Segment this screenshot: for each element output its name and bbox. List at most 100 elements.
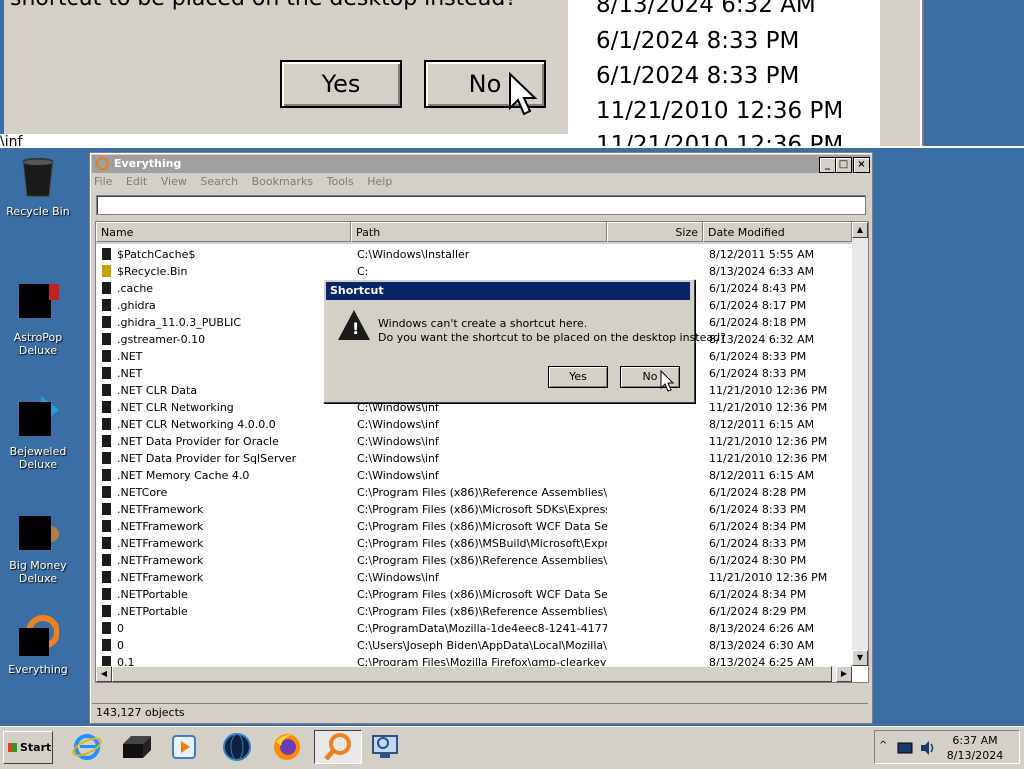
table-row[interactable]: $PatchCache$ C:\Windows\Installer 8/12/201… — [96, 247, 852, 264]
tray-expand-icon[interactable]: ^ — [879, 740, 887, 751]
desktop-icon-recycle-bin[interactable]: Recycle Bin — [0, 156, 76, 218]
cell-date: 6/1/2024 8:28 PM — [709, 486, 807, 499]
folder-icon — [102, 350, 111, 362]
column-header-name[interactable]: Name — [96, 222, 351, 242]
everything-window: Everything _ □ × File Edit View Search B… — [89, 152, 873, 724]
table-row[interactable]: .NETFramework C:\Program Files (x86)\Micr… — [96, 502, 852, 519]
cell-date: 8/12/2011 6:15 AM — [709, 469, 815, 482]
table-row[interactable]: .NETFramework C:\Program Files (x86)\Refe… — [96, 553, 852, 570]
table-row[interactable]: .NETCore C:\Program Files (x86)\Reference… — [96, 485, 852, 502]
column-header-date[interactable]: Date Modified — [703, 222, 852, 242]
folder-icon — [102, 452, 111, 464]
start-button[interactable]: Start — [3, 731, 53, 764]
desktop-icon-label: Big Money Deluxe — [9, 559, 67, 585]
mouse-cursor-icon — [660, 370, 675, 392]
table-row[interactable]: .NET CLR Networking 4.0.0.0 C:\Windows\in… — [96, 417, 852, 434]
scroll-up-icon[interactable]: ▲ — [852, 222, 868, 238]
clock-time[interactable]: 6:37 AM — [939, 734, 1011, 747]
close-button[interactable]: × — [853, 157, 870, 173]
cell-date: 8/13/2024 6:32 AM — [709, 333, 815, 346]
table-row[interactable]: .NETPortable C:\Program Files (x86)\Micro… — [96, 587, 852, 604]
bejeweled-icon — [19, 396, 59, 436]
folder-icon — [102, 537, 111, 549]
zoomed-date: 11/21/2010 12:36 PM — [596, 98, 844, 124]
cell-path: C:\Windows\inf — [357, 571, 439, 584]
cell-date: 6/1/2024 8:43 PM — [709, 282, 807, 295]
taskbar-drive[interactable] — [120, 730, 154, 764]
scroll-right-icon[interactable]: ▶ — [836, 666, 852, 682]
table-row[interactable]: .NETFramework C:\Windows\inf 11/21/2010 12… — [96, 570, 852, 587]
window-title: Everything — [114, 157, 182, 170]
everything-app-icon — [96, 157, 109, 170]
window-titlebar[interactable]: Everything _ □ × — [92, 155, 870, 173]
zoomed-date: 6/1/2024 8:33 PM — [596, 63, 800, 89]
table-row[interactable]: .NETPortable C:\Program Files (x86)\Refer… — [96, 604, 852, 621]
horizontal-scroll-thumb[interactable] — [112, 666, 832, 682]
yes-button[interactable]: Yes — [548, 366, 608, 388]
network-icon[interactable] — [897, 741, 913, 755]
cell-name: .NETFramework — [117, 571, 204, 584]
cell-name: .NET Data Provider for SqlServer — [117, 452, 297, 465]
desktop-icon-big-money[interactable]: Big Money Deluxe — [0, 510, 76, 585]
search-input[interactable] — [96, 195, 866, 215]
folder-icon — [102, 639, 111, 651]
menu-search[interactable]: Search — [200, 175, 238, 188]
vertical-scrollbar[interactable]: ▲ ▼ — [852, 222, 868, 666]
table-row[interactable]: .NET Memory Cache 4.0 C:\Windows\inf 8/12/… — [96, 468, 852, 485]
cell-path: C:\Program Files (x86)\Reference Assembl… — [357, 605, 607, 618]
table-row[interactable]: .NETFramework C:\Program Files (x86)\MSBu… — [96, 536, 852, 553]
table-row[interactable]: 0 C:\Users\Joseph Biden\AppData\Local\Moz… — [96, 638, 852, 655]
menu-edit[interactable]: Edit — [126, 175, 147, 188]
table-row[interactable]: .NETFramework C:\Program Files (x86)\Micr… — [96, 519, 852, 536]
menu-view[interactable]: View — [161, 175, 187, 188]
taskbar-firefox[interactable] — [270, 730, 304, 764]
folder-icon — [102, 486, 111, 498]
maximize-button[interactable]: □ — [835, 157, 852, 173]
column-header-path[interactable]: Path — [351, 222, 607, 242]
cell-name: 0 — [117, 639, 124, 652]
status-bar: 143,127 objects — [92, 703, 868, 722]
zoomed-cursor-icon — [509, 72, 538, 116]
folder-icon — [102, 316, 111, 328]
cell-name: .NETCore — [117, 486, 168, 499]
cell-name: .NETFramework — [117, 503, 204, 516]
cell-date: 6/1/2024 8:34 PM — [709, 520, 807, 533]
dialog-title[interactable]: Shortcut — [326, 282, 690, 300]
menu-file[interactable]: File — [94, 175, 112, 188]
everything-search-icon — [19, 615, 60, 658]
table-row[interactable]: .NET Data Provider for Oracle C:\Windows\… — [96, 434, 852, 451]
cell-path: C:\Program Files (x86)\Microsoft WCF Dat… — [357, 520, 607, 533]
taskbar-media-player[interactable] — [168, 730, 202, 764]
taskbar-everything[interactable] — [314, 730, 362, 764]
cell-date: 8/13/2024 6:30 AM — [709, 639, 815, 652]
clock-date[interactable]: 8/13/2024 — [939, 749, 1011, 762]
scroll-down-icon[interactable]: ▼ — [852, 650, 868, 666]
volume-icon[interactable] — [919, 740, 935, 756]
desktop-icon-label: Recycle Bin — [6, 205, 70, 218]
desktop-icon-everything[interactable]: Everything — [0, 614, 76, 676]
folder-icon — [102, 367, 111, 379]
cell-name: .NETPortable — [117, 588, 188, 601]
folder-icon — [102, 605, 111, 617]
folder-icon — [102, 282, 111, 294]
menu-tools[interactable]: Tools — [327, 175, 354, 188]
table-row[interactable]: .NET Data Provider for SqlServer C:\Windo… — [96, 451, 852, 468]
desktop-icon-bejeweled[interactable]: Bejeweled Deluxe — [0, 396, 76, 471]
desktop-icon-astropop[interactable]: AstroPop Deluxe — [0, 282, 76, 357]
folder-icon — [102, 571, 111, 583]
dialog-message-line2: Do you want the shortcut to be placed on… — [378, 331, 726, 344]
warning-mark: ! — [352, 319, 360, 338]
taskbar-monitor-app[interactable] — [368, 730, 402, 764]
minimize-button[interactable]: _ — [819, 157, 836, 173]
cell-date: 11/21/2010 12:36 PM — [709, 384, 828, 397]
menu-help[interactable]: Help — [367, 175, 392, 188]
taskbar-internet-explorer[interactable] — [70, 730, 104, 764]
table-row[interactable]: 0 C:\ProgramData\Mozilla-1de4eec8-1241-41… — [96, 621, 852, 638]
horizontal-scrollbar[interactable]: ◀ ▶ — [96, 666, 852, 682]
menu-bookmarks[interactable]: Bookmarks — [252, 175, 313, 188]
column-header-size[interactable]: Size — [607, 222, 703, 242]
cell-date: 11/21/2010 12:36 PM — [709, 435, 828, 448]
scroll-left-icon[interactable]: ◀ — [96, 666, 112, 682]
cell-path: C:\Program Files (x86)\Reference Assembl… — [357, 486, 607, 499]
taskbar-globe[interactable] — [220, 730, 254, 764]
